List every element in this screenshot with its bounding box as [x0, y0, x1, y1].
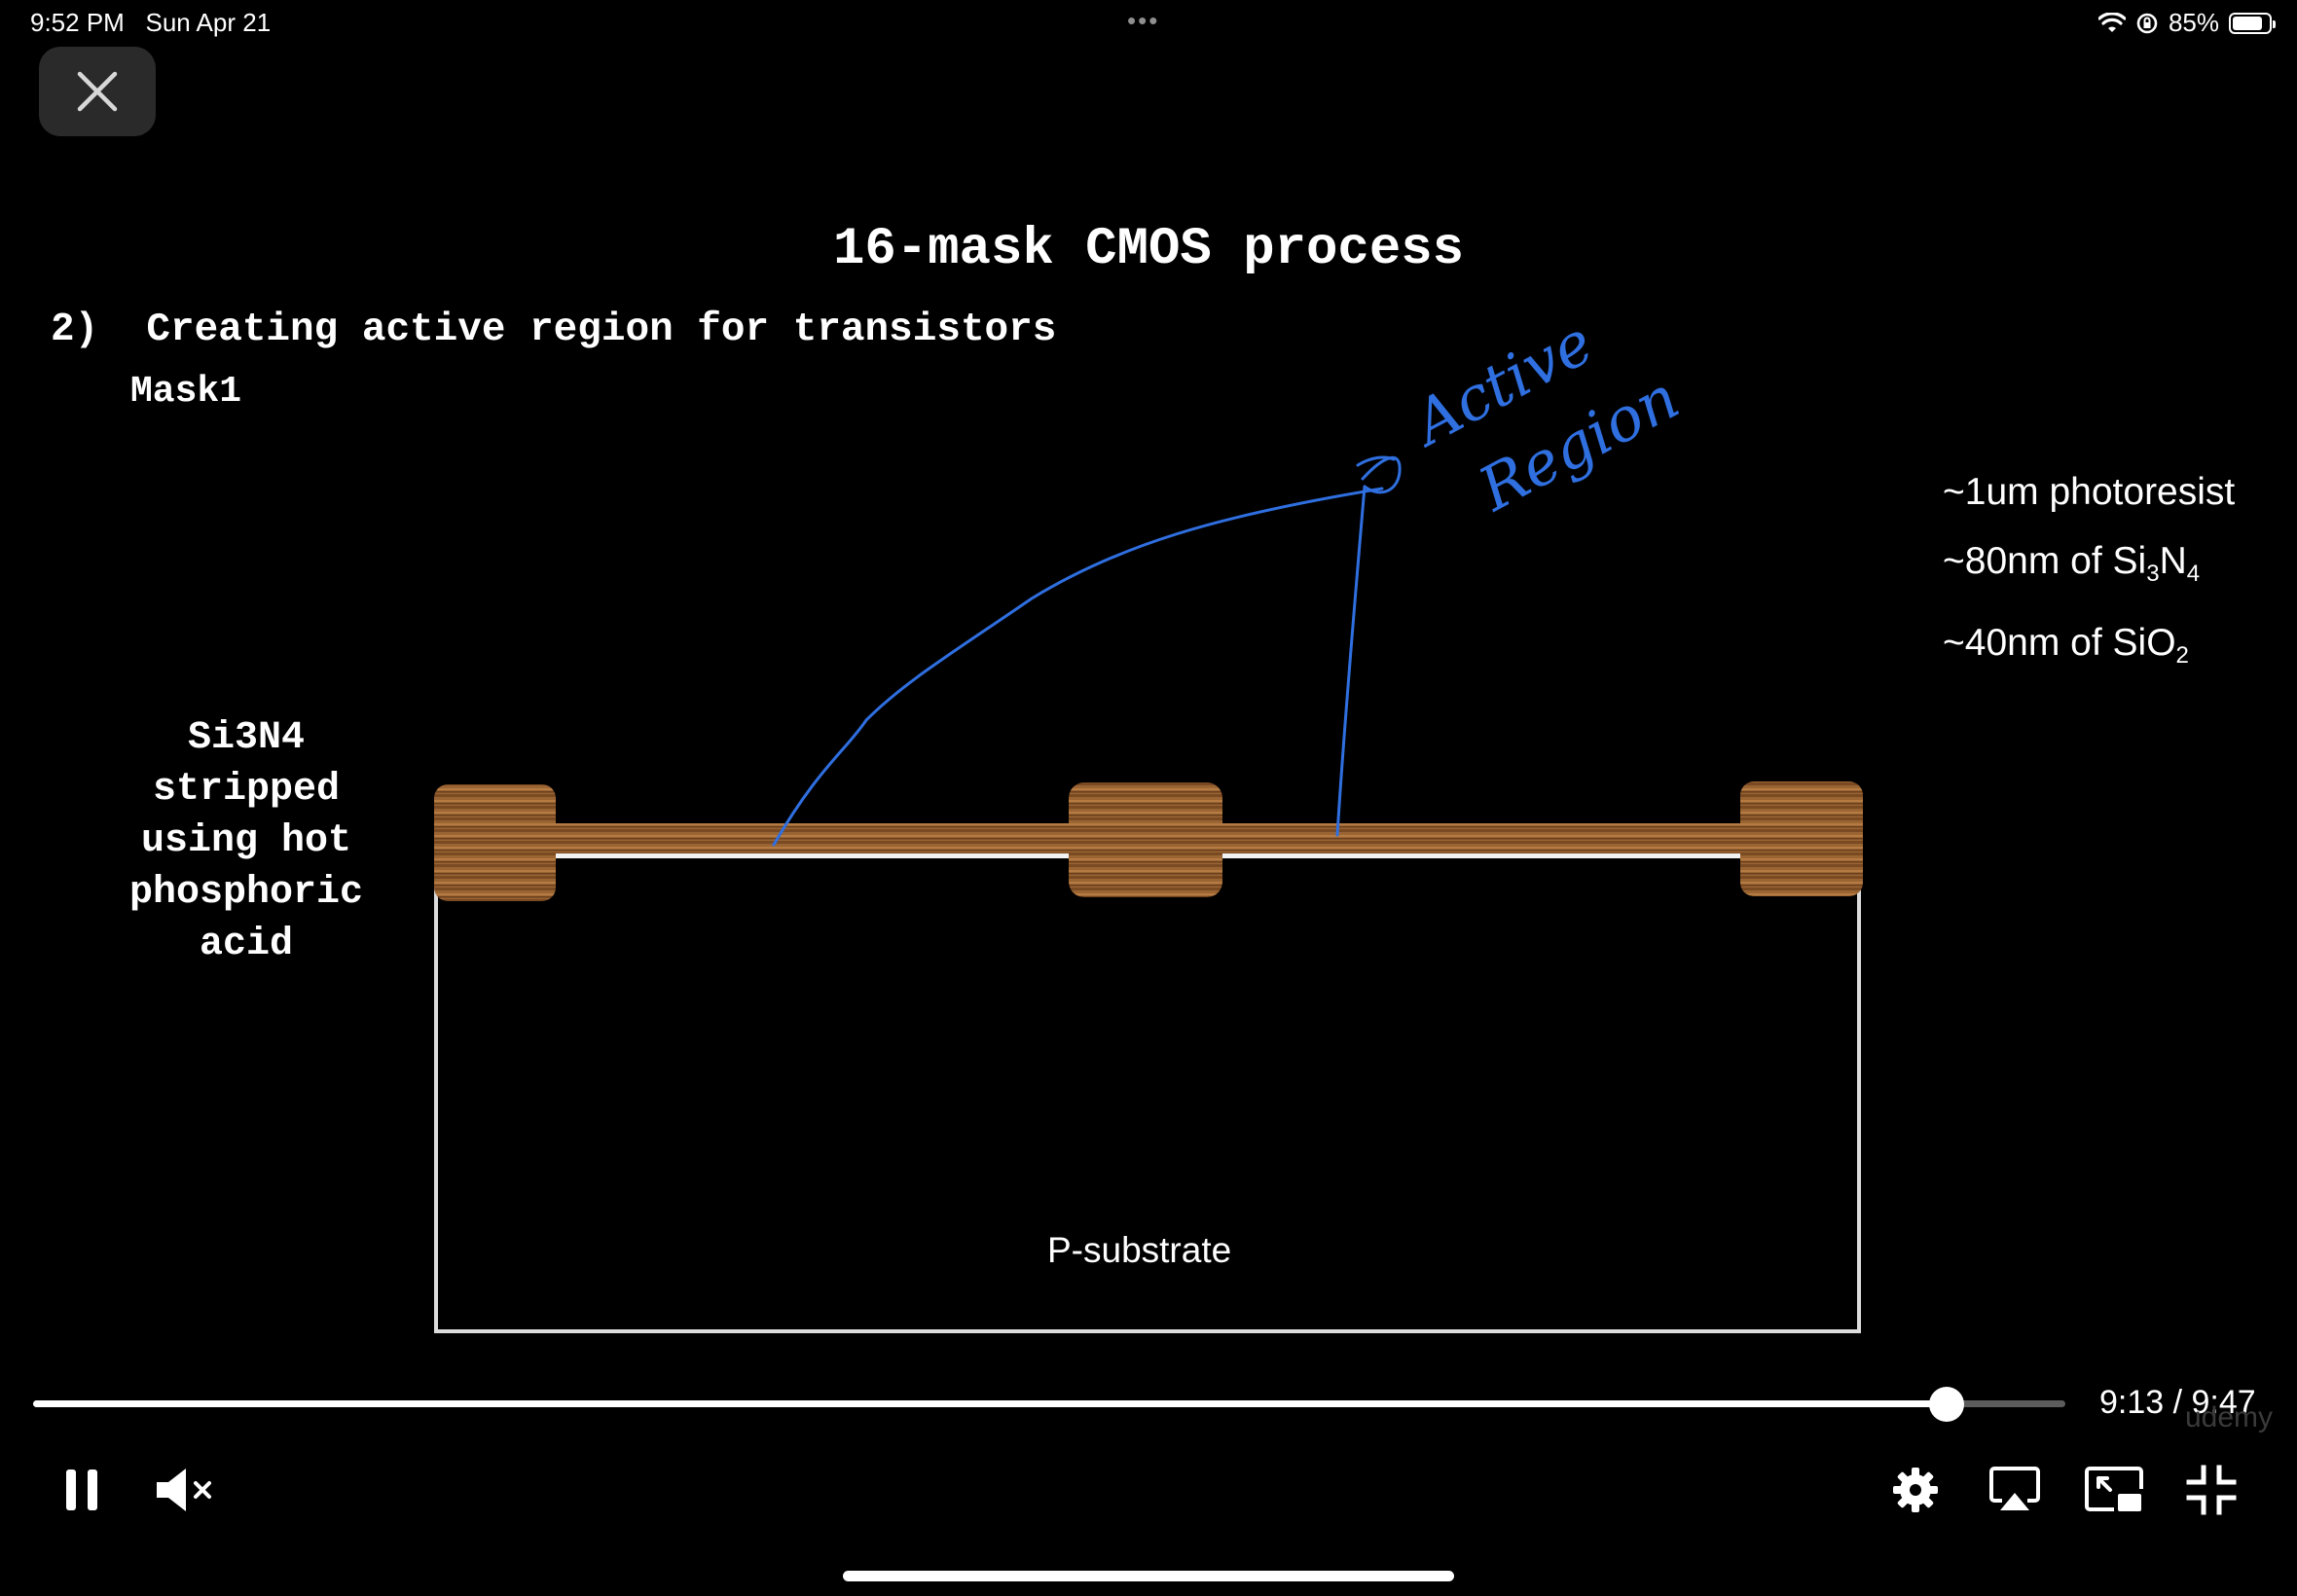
picture-in-picture-button[interactable]: [2075, 1455, 2153, 1525]
pause-icon: [66, 1469, 97, 1510]
progress-bar[interactable]: [33, 1387, 2065, 1422]
progress-played: [33, 1400, 1948, 1407]
settings-icon: [1893, 1468, 1938, 1512]
exit-fullscreen-icon: [2186, 1465, 2237, 1515]
pause-button[interactable]: [43, 1455, 121, 1525]
udemy-watermark: udemy: [2185, 1401, 2274, 1433]
handwritten-annotation: Active Region: [772, 307, 1690, 847]
exit-fullscreen-button[interactable]: [2172, 1455, 2250, 1525]
airplay-button[interactable]: [1976, 1455, 2054, 1525]
airplay-icon: [1989, 1467, 2040, 1510]
mute-button[interactable]: [146, 1455, 224, 1525]
scrubber-handle[interactable]: [1929, 1387, 1965, 1422]
mute-icon: [157, 1469, 211, 1511]
settings-button[interactable]: [1877, 1455, 1954, 1525]
picture-in-picture-icon: [2085, 1467, 2143, 1511]
home-indicator[interactable]: [843, 1571, 1454, 1581]
video-player-screen: 9:52 PM Sun Apr 21 ••• 85% 16-mask CMOS …: [0, 0, 2297, 1596]
